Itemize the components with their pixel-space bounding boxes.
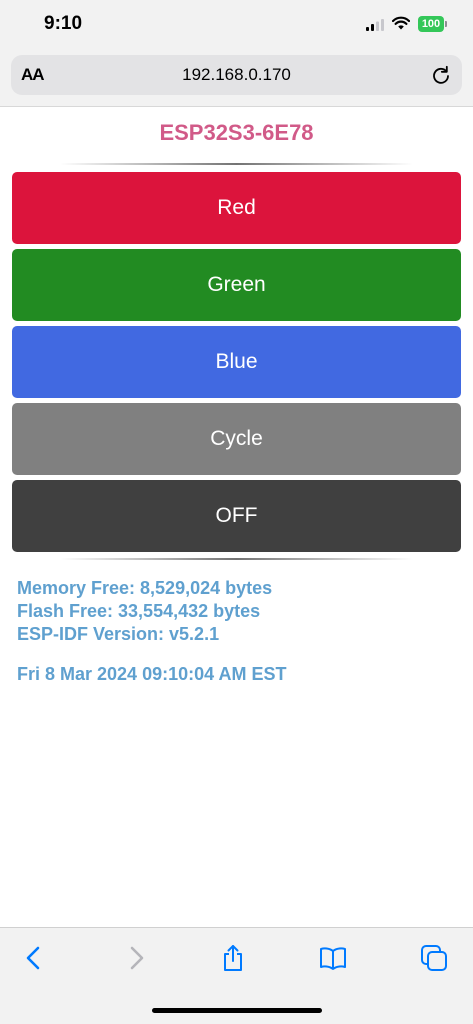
- home-indicator: [152, 1008, 322, 1013]
- page-title: ESP32S3-6E78: [159, 120, 314, 145]
- divider: [60, 163, 413, 165]
- browser-toolbar: [0, 927, 473, 1024]
- off-button[interactable]: OFF: [12, 480, 461, 552]
- idf-version-text: ESP-IDF Version: v5.2.1: [17, 624, 220, 644]
- memory-free-text: Memory Free: 8,529,024 bytes: [17, 578, 273, 598]
- red-button[interactable]: Red: [12, 172, 461, 244]
- status-time: 9:10: [44, 13, 83, 34]
- share-icon[interactable]: [219, 944, 247, 972]
- address-bar[interactable]: AA 192.168.0.170: [11, 55, 462, 95]
- address-url[interactable]: 192.168.0.170: [11, 65, 462, 85]
- wifi-icon: [392, 16, 410, 30]
- cellular-signal-icon: [366, 19, 384, 31]
- blue-button[interactable]: Blue: [12, 326, 461, 398]
- battery-level: 100: [418, 16, 444, 32]
- status-bar: 9:10 100: [0, 0, 473, 50]
- back-icon[interactable]: [20, 944, 48, 972]
- green-button[interactable]: Green: [12, 249, 461, 321]
- datetime-text: Fri 8 Mar 2024 09:10:04 AM EST: [17, 664, 287, 684]
- cycle-button[interactable]: Cycle: [12, 403, 461, 475]
- reload-icon[interactable]: [431, 65, 451, 85]
- battery-cap: [445, 21, 447, 27]
- forward-icon[interactable]: [122, 944, 150, 972]
- tabs-icon[interactable]: [420, 944, 448, 972]
- battery-icon: 100: [418, 16, 448, 32]
- bookmarks-icon[interactable]: [319, 944, 347, 972]
- flash-free-text: Flash Free: 33,554,432 bytes: [17, 601, 261, 621]
- browser-address-area: AA 192.168.0.170: [0, 50, 473, 107]
- divider: [60, 558, 413, 560]
